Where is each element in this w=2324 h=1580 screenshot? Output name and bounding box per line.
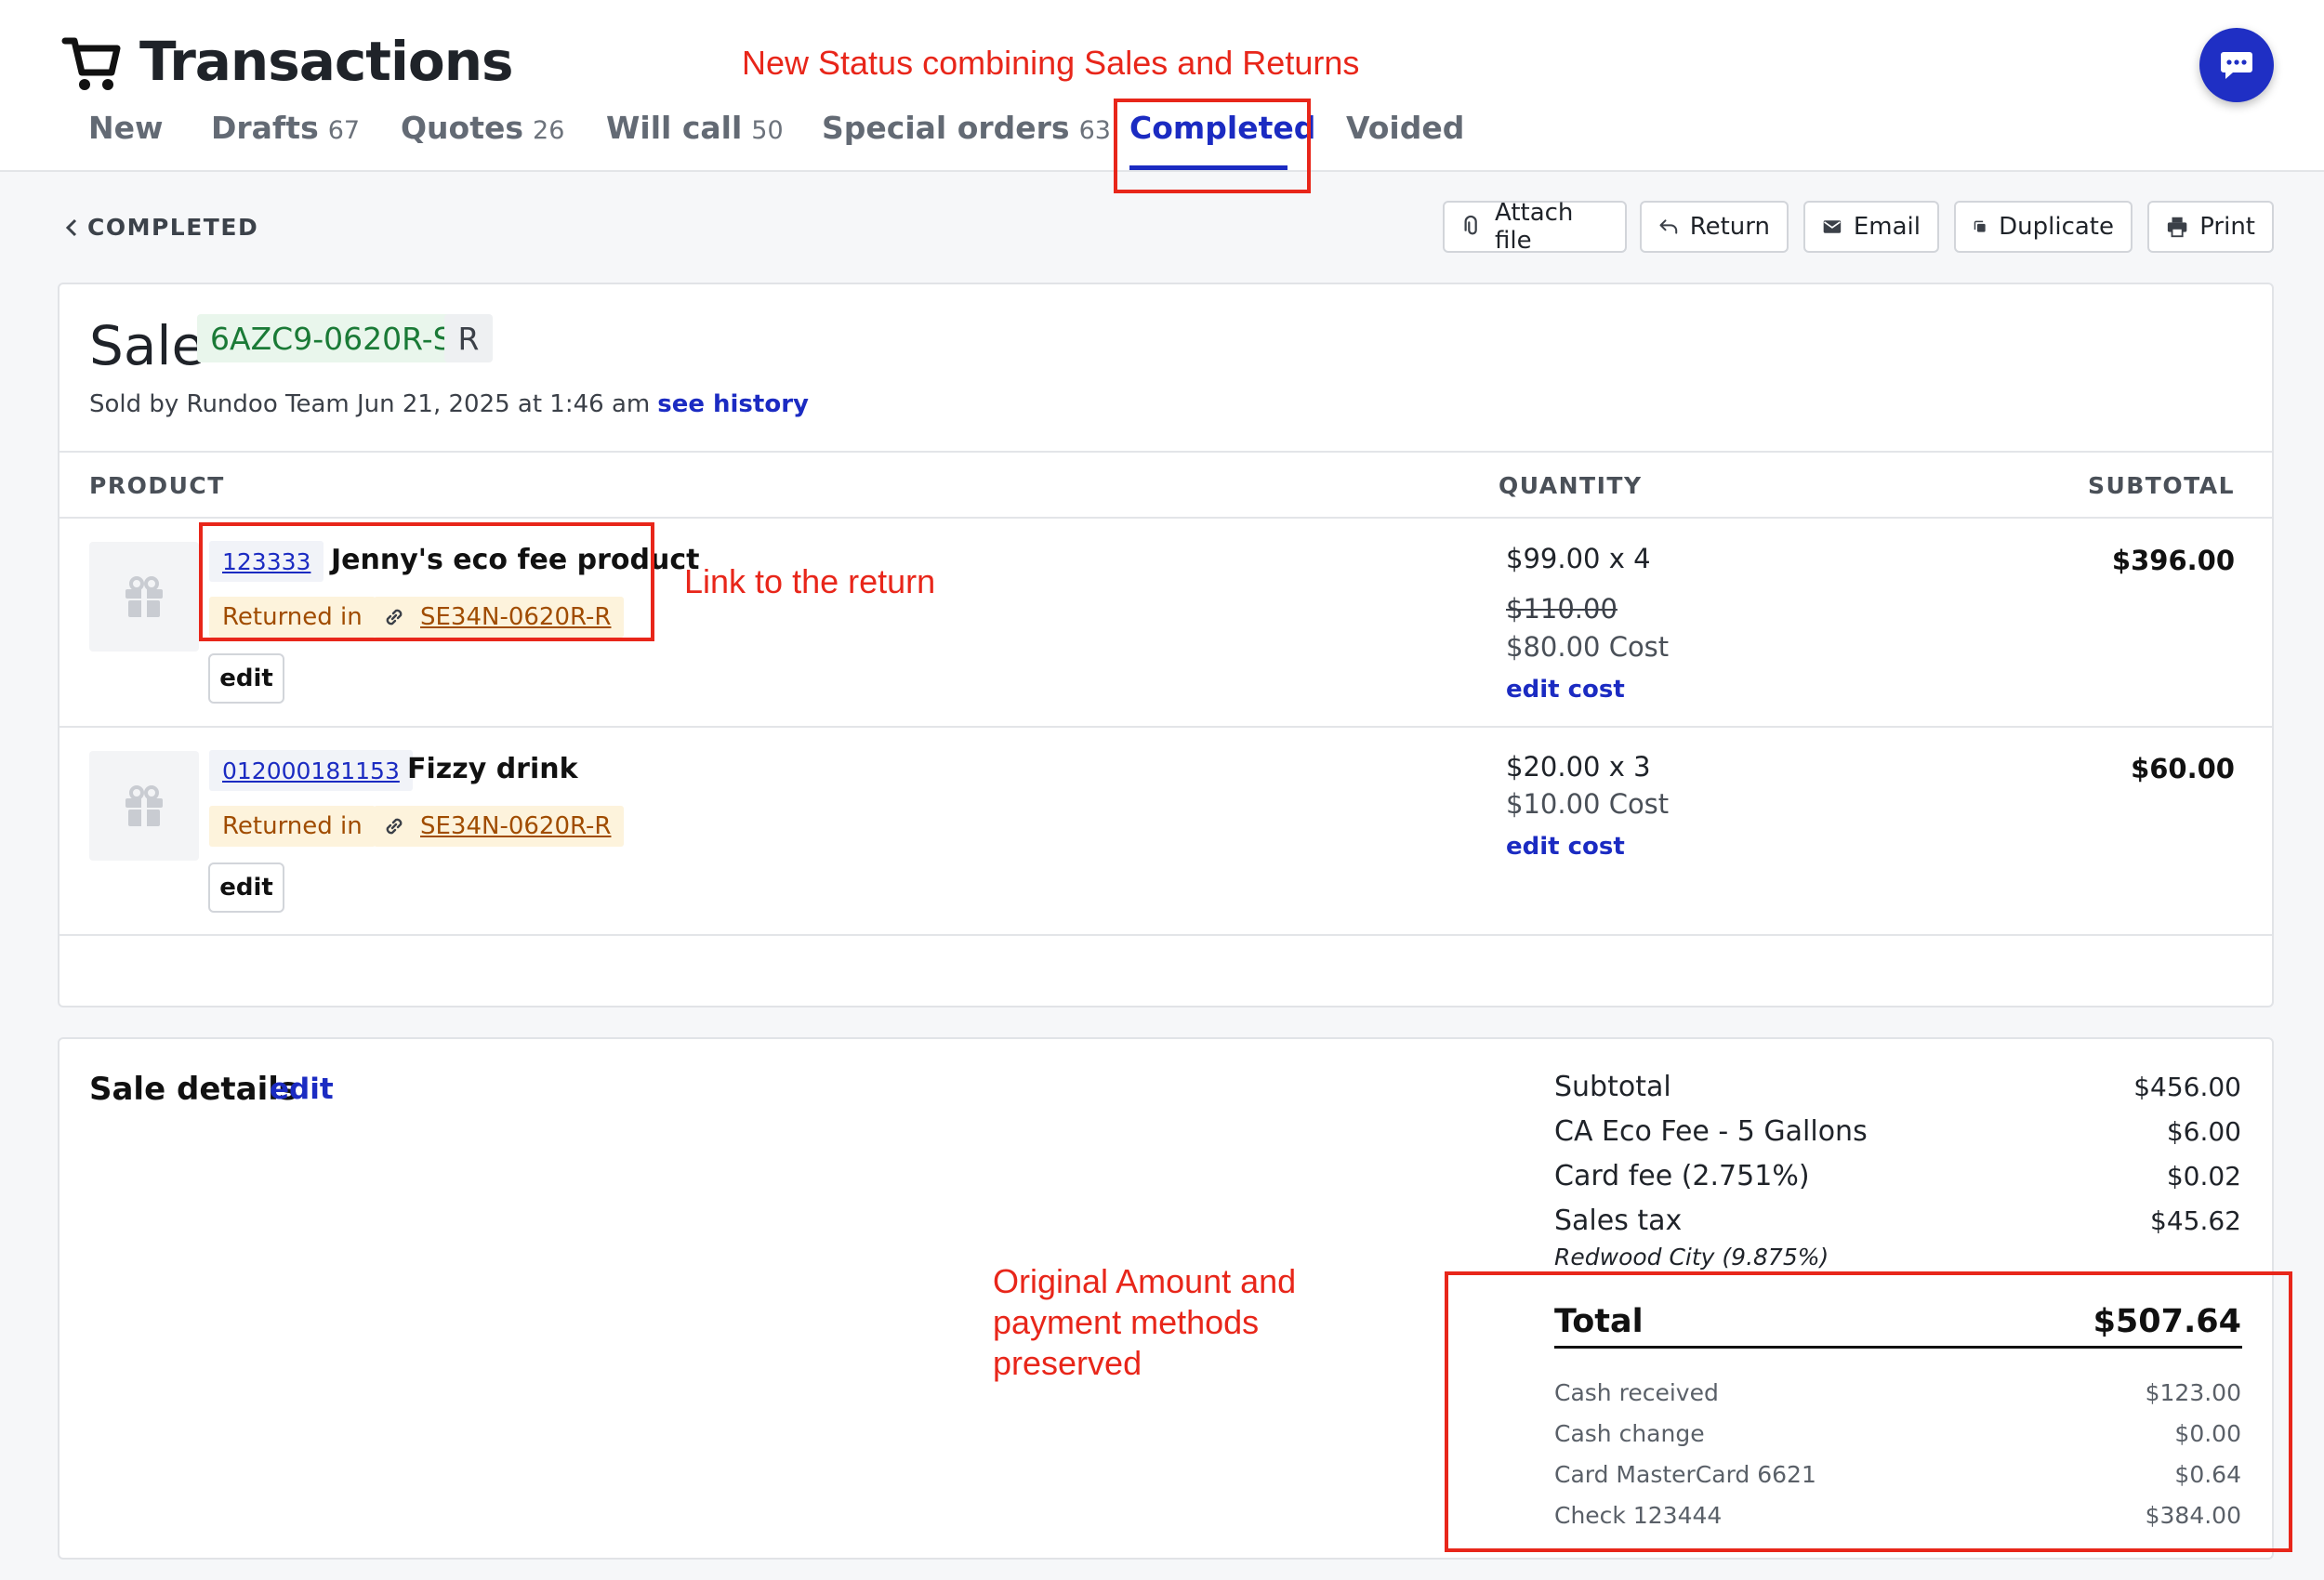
email-button[interactable]: Email — [1803, 201, 1939, 253]
column-header-product: PRODUCT — [89, 472, 225, 499]
line-subtotal: $396.00 — [2111, 545, 2235, 576]
sale-details-edit-link[interactable]: edit — [270, 1073, 334, 1106]
annotation-line: Original Amount and — [993, 1262, 1297, 1300]
tab-special-orders[interactable]: Special orders 63 — [822, 110, 1111, 146]
line-subtotal: $60.00 — [2131, 753, 2235, 784]
tab-voided[interactable]: Voided — [1346, 110, 1464, 146]
sale-details-title: Sale details — [89, 1071, 298, 1108]
gift-icon — [125, 576, 163, 617]
link-icon — [386, 818, 403, 835]
tab-count: 67 — [327, 116, 361, 145]
sold-by-text: Sold by Rundoo Team Jun 21, 2025 at 1:46… — [89, 390, 651, 418]
email-label: Email — [1853, 213, 1921, 241]
original-price: $110.00 — [1506, 593, 1618, 625]
divider — [59, 451, 2272, 453]
return-link[interactable]: SE34N-0620R-R — [374, 806, 625, 847]
return-id: SE34N-0620R-R — [420, 812, 612, 840]
sold-by-line: Sold by Rundoo Team Jun 21, 2025 at 1:46… — [89, 390, 809, 418]
annotation-box-completed-tab — [1114, 99, 1311, 193]
column-header-quantity: QUANTITY — [1499, 472, 1643, 499]
tab-label: Voided — [1346, 110, 1465, 146]
item-cost: $80.00 Cost — [1506, 631, 1670, 663]
chat-button[interactable] — [2199, 28, 2274, 102]
tab-label: Quotes — [401, 110, 524, 146]
product-sku-link[interactable]: 012000181153 — [209, 750, 413, 791]
annotation-line: preserved — [993, 1344, 1142, 1382]
tab-count: 63 — [1078, 116, 1111, 145]
tab-will-call[interactable]: Will call 50 — [606, 110, 784, 146]
page-title: Transactions — [139, 30, 514, 93]
printer-icon — [2167, 217, 2187, 238]
summary-label-sales-tax: Sales tax — [1554, 1205, 1683, 1237]
item-cost: $10.00 Cost — [1506, 788, 1670, 820]
chat-icon — [2221, 52, 2252, 79]
print-label: Print — [2199, 213, 2255, 241]
return-label: Return — [1689, 213, 1770, 241]
annotation-box-totals — [1445, 1271, 2292, 1552]
tab-quotes[interactable]: Quotes 26 — [401, 110, 564, 146]
product-name: Fizzy drink — [407, 753, 578, 785]
summary-value-subtotal: $456.00 — [2133, 1072, 2241, 1102]
summary-value-sales-tax: $45.62 — [2150, 1205, 2241, 1236]
column-header-subtotal: SUBTOTAL — [2087, 472, 2235, 499]
sale-title: Sale — [89, 314, 205, 377]
tab-count: 26 — [533, 116, 565, 145]
edit-line-button[interactable]: edit — [208, 862, 284, 913]
tab-drafts[interactable]: Drafts 67 — [211, 110, 360, 146]
back-breadcrumb[interactable]: COMPLETED — [65, 214, 258, 241]
chevron-left-icon — [65, 218, 77, 236]
summary-value-card-fee: $0.02 — [2166, 1161, 2241, 1192]
print-button[interactable]: Print — [2147, 201, 2274, 253]
tab-new[interactable]: New — [88, 110, 164, 146]
envelope-icon — [1823, 220, 1842, 233]
tax-jurisdiction-note: Redwood City (9.875%) — [1554, 1244, 1829, 1271]
returned-in-badge: Returned in — [209, 806, 376, 847]
summary-label-subtotal: Subtotal — [1554, 1071, 1671, 1103]
attach-file-label: Attach file — [1494, 199, 1574, 255]
see-history-link[interactable]: see history — [657, 390, 809, 418]
divider — [59, 726, 2272, 728]
divider — [59, 934, 2272, 936]
tab-label: Drafts — [211, 110, 319, 146]
sale-id-badge: 6AZC9-0620R-S — [197, 314, 466, 362]
edit-cost-link[interactable]: edit cost — [1506, 676, 1625, 704]
attach-file-button[interactable]: Attach file — [1443, 199, 1627, 255]
summary-value-eco-fee: $6.00 — [2166, 1116, 2241, 1147]
duplicate-label: Duplicate — [1999, 213, 2114, 241]
duplicate-icon — [1974, 220, 1986, 232]
paperclip-icon — [1464, 215, 1477, 235]
tab-label: New — [88, 110, 164, 146]
edit-cost-link[interactable]: edit cost — [1506, 833, 1625, 861]
product-thumbnail — [89, 751, 199, 861]
unit-price-quantity: $99.00 x 4 — [1506, 543, 1651, 574]
annotation-box-return-link — [199, 522, 654, 641]
summary-label-eco-fee: CA Eco Fee - 5 Gallons — [1554, 1115, 1868, 1148]
breadcrumb-label: COMPLETED — [87, 214, 259, 241]
tab-label: Will call — [606, 110, 743, 146]
tab-count: 50 — [751, 116, 784, 145]
shopping-cart-icon — [61, 37, 121, 90]
edit-line-button[interactable]: edit — [208, 653, 284, 704]
sale-tag-badge: R — [444, 314, 493, 362]
annotation-original-amount-note: Original Amount and payment methods pres… — [993, 1261, 1296, 1384]
annotation-status-note: New Status combining Sales and Returns — [742, 44, 1360, 82]
annotation-line: payment methods — [993, 1303, 1260, 1341]
annotation-return-link-note: Link to the return — [684, 562, 936, 600]
unit-price-quantity: $20.00 x 3 — [1506, 751, 1651, 783]
gift-icon — [125, 785, 163, 826]
tab-label: Special orders — [822, 110, 1070, 146]
product-thumbnail — [89, 542, 199, 652]
return-button[interactable]: Return — [1640, 201, 1789, 253]
divider — [59, 517, 2272, 519]
duplicate-button[interactable]: Duplicate — [1954, 201, 2133, 253]
undo-arrow-icon — [1659, 219, 1678, 234]
summary-label-card-fee: Card fee (2.751%) — [1554, 1160, 1810, 1192]
